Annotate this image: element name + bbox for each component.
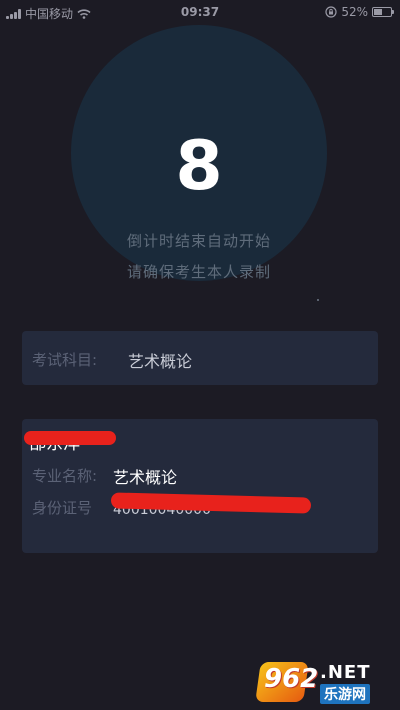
major-label: 专业名称: [32, 467, 98, 485]
major-value: 艺术概论 [113, 468, 178, 487]
watermark-site: 乐游网 [320, 684, 370, 704]
name-redaction-mark [24, 431, 116, 445]
battery-percent: 52% [341, 5, 368, 19]
status-bar: 中国移动 09:37 52% [0, 0, 400, 24]
countdown-number: 8 [175, 127, 223, 206]
exam-subject-value: 艺术概论 [128, 352, 193, 371]
battery-level [374, 9, 382, 15]
exam-subject-card: 考试科目: 艺术概论 [22, 331, 378, 385]
id-number-label: 身份证号 [32, 499, 93, 517]
watermark-net: .NET [320, 662, 371, 683]
countdown-hint-line1: 倒计时结束自动开始 [126, 232, 271, 250]
exam-subject-label: 考试科目: [32, 351, 98, 369]
watermark-logo: 962 .NET 乐游网 [255, 658, 396, 706]
watermark-digits: 962 [264, 664, 319, 694]
battery-icon [372, 7, 394, 17]
countdown-circle: 8 倒计时结束自动开始 请确保考生本人录制 [71, 25, 327, 281]
student-info-card: 郜东洋 专业名称: 艺术概论 身份证号 40010040000 [22, 419, 378, 553]
status-bar-right: 52% [325, 5, 394, 19]
countdown-hint-line2: 请确保考生本人录制 [126, 263, 271, 281]
decorative-dot [317, 299, 319, 301]
lock-rotation-icon [325, 6, 337, 18]
